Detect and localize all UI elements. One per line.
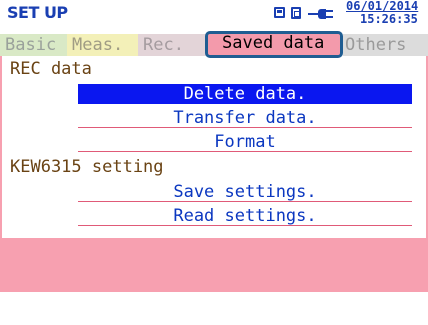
usb-icon: [291, 7, 301, 19]
menu-list: REC data Delete data. Transfer data. For…: [2, 56, 426, 238]
status-icons: [274, 6, 344, 20]
menu-item-delete-data[interactable]: Delete data.: [78, 84, 412, 104]
tab-others[interactable]: Others: [343, 34, 428, 56]
power-plug-icon: [308, 9, 334, 19]
section-title-rec-data: REC data: [10, 59, 92, 79]
menu-item-read-settings[interactable]: Read settings.: [78, 206, 412, 226]
tab-basic[interactable]: Basic: [0, 34, 67, 56]
time-display: 15:26:35: [360, 12, 418, 26]
title-bar: SET UP 06/01/2014 15:26:35: [0, 0, 428, 31]
menu-item-transfer-data[interactable]: Transfer data.: [78, 108, 412, 128]
settings-panel: REC data Delete data. Transfer data. For…: [0, 56, 428, 292]
tab-bar: Basic Meas. Rec. Others Saved data: [0, 31, 428, 58]
menu-item-save-settings[interactable]: Save settings.: [78, 182, 412, 202]
page-title: SET UP: [7, 3, 68, 22]
tab-rec[interactable]: Rec.: [138, 34, 206, 56]
tab-saved-data[interactable]: Saved data: [205, 31, 343, 58]
sd-card-icon: [274, 7, 285, 18]
tab-meas[interactable]: Meas.: [67, 34, 138, 56]
section-title-kew6315-setting: KEW6315 setting: [10, 157, 164, 177]
menu-item-format[interactable]: Format: [78, 132, 412, 152]
